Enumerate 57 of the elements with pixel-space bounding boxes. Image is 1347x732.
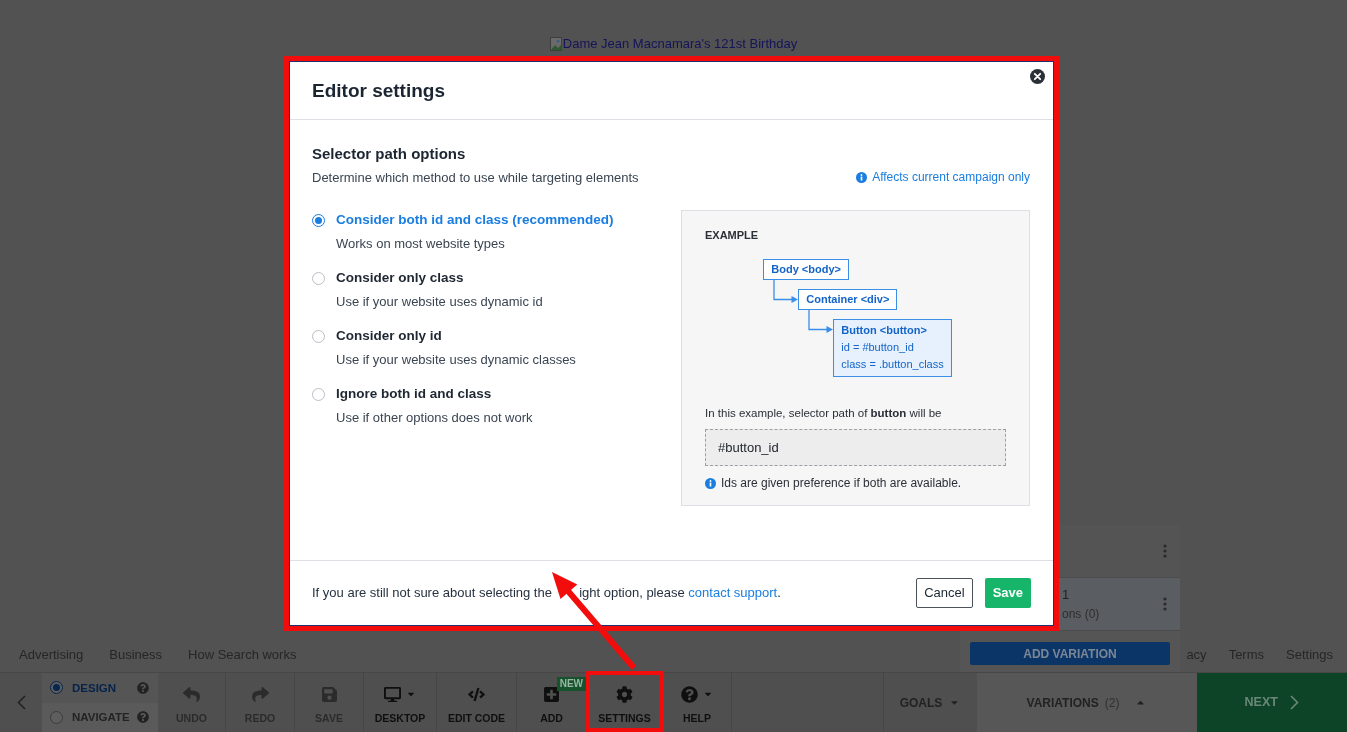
scope-note-link[interactable]: Affects current campaign only: [872, 170, 1030, 185]
monitor-icon: [384, 685, 401, 703]
node-attribute: id = #button_id: [841, 340, 915, 355]
footer-help-text: If you are still not sure about selecting the ight option, please contact support.: [312, 585, 781, 601]
option-label[interactable]: Consider both id and class (recommended): [336, 211, 614, 229]
code-icon: [468, 685, 485, 703]
info-icon: [856, 172, 868, 183]
help-icon[interactable]: [137, 681, 149, 694]
undo-icon: [183, 685, 200, 703]
selector-path-output: #button_id: [705, 429, 1006, 466]
option-label[interactable]: Ignore both id and class: [336, 385, 533, 403]
radio-button[interactable]: [312, 330, 325, 343]
radio-button[interactable]: [312, 214, 325, 227]
option-description: Use if your website uses dynamic classes: [336, 351, 576, 368]
mode-option[interactable]: DESIGN: [72, 680, 117, 695]
broken-image-icon: [549, 37, 562, 51]
add-variation-button[interactable]: ADD VARIATION: [970, 642, 1170, 665]
help-button[interactable]: HELP: [663, 673, 731, 732]
radio-button[interactable]: [312, 272, 325, 285]
save-button[interactable]: Save: [984, 578, 1031, 608]
info-icon: [705, 478, 716, 489]
example-heading: EXAMPLE: [705, 228, 760, 242]
section-title: Selector path options: [312, 145, 467, 163]
option-description: Use if other options does not work: [336, 409, 533, 426]
kebab-menu-icon[interactable]: [1163, 544, 1167, 558]
help-icon[interactable]: [137, 711, 149, 724]
image-alt-text: Dame Jean Macnamara's 121st Birthday: [562, 36, 798, 52]
new-badge: NEW: [556, 677, 586, 691]
option-label[interactable]: Consider only class: [336, 269, 543, 287]
help-icon: [681, 685, 698, 703]
settings-button[interactable]: SETTINGS: [587, 673, 662, 732]
radio-button[interactable]: [50, 710, 63, 724]
variation-title: 1: [1062, 586, 1071, 603]
section-description: Determine which method to use while targeting elements: [312, 170, 639, 186]
option-description: Use if your website uses dynamic id: [336, 293, 543, 310]
settings-icon: [616, 685, 633, 703]
kebab-menu-icon[interactable]: [1163, 597, 1167, 611]
desktop-button[interactable]: DESKTOP: [364, 673, 436, 732]
close-button[interactable]: [1030, 69, 1045, 84]
close-icon: [1030, 69, 1045, 84]
node-attribute: class = .button_class: [841, 357, 944, 372]
cancel-button[interactable]: Cancel: [916, 578, 973, 608]
chevron-right-icon: [1289, 695, 1299, 710]
radio-button[interactable]: [50, 681, 63, 695]
option-description: Works on most website types: [336, 235, 506, 252]
option-label[interactable]: Consider only id: [336, 327, 576, 345]
node-label: Container <div>: [806, 292, 890, 307]
example-caption: In this example, selector path of button will be: [705, 406, 943, 420]
node-label: Body <body>: [771, 262, 841, 277]
chevron-left-icon: [16, 695, 26, 710]
node-label: Button <button>: [841, 323, 928, 338]
redo-icon: [251, 685, 269, 703]
dialog-title: Editor settings: [312, 80, 445, 102]
next-button[interactable]: NEXT: [1196, 673, 1347, 732]
code-button[interactable]: EDIT CODE: [437, 673, 516, 732]
example-note: Ids are given preference if both are available.: [721, 476, 962, 491]
radio-button[interactable]: [312, 388, 325, 401]
